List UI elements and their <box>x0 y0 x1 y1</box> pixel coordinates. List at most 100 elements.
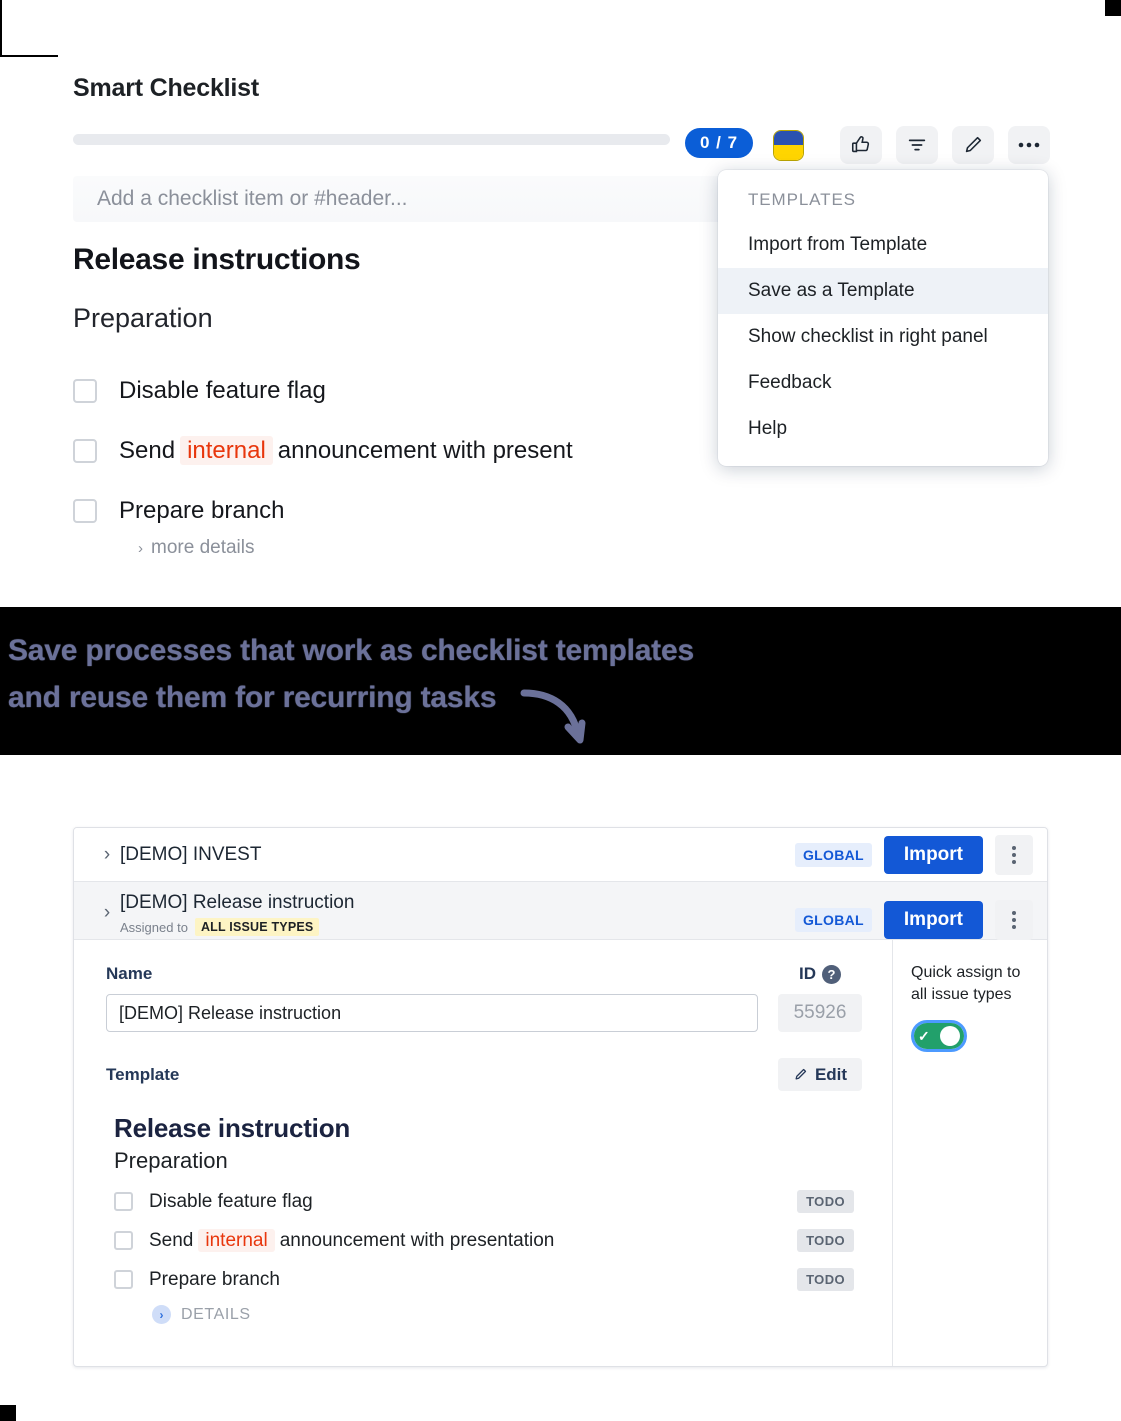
menu-section-header: TEMPLATES <box>748 190 856 209</box>
quick-assign-sidebar: Quick assign to all issue types ✓ <box>892 940 1047 1366</box>
assigned-prefix: Assigned to <box>120 919 188 935</box>
corner-line-bottom-left <box>0 55 58 57</box>
internal-tag: internal <box>198 1228 275 1252</box>
chevron-right-icon[interactable]: › <box>94 844 120 866</box>
toggle-knob <box>940 1026 960 1046</box>
corner-line-top-right <box>0 0 2 55</box>
banner-line-2: and reuse them for recurring tasks <box>8 681 497 714</box>
template-row-invest[interactable]: › [DEMO] INVEST GLOBAL Import <box>74 828 1047 882</box>
banner-line-1: Save processes that work as checklist te… <box>8 634 694 667</box>
template-name: [DEMO] Release instruction <box>120 892 355 913</box>
import-button[interactable]: Import <box>883 901 983 939</box>
preview-heading: Release instruction <box>114 1113 351 1143</box>
corner-marker-bottom-left <box>0 1405 16 1421</box>
preview-item-label: Disable feature flag <box>149 1190 313 1212</box>
template-label-row: Template Edit <box>106 1058 862 1091</box>
screenshot-root: Smart Checklist 0 / 7 Add a checklist it… <box>0 0 1121 1421</box>
scope-badge: GLOBAL <box>794 908 872 932</box>
checkbox[interactable] <box>114 1231 133 1250</box>
template-detail-body: Name ID ? [DEMO] Release instruction 559… <box>74 940 1047 1366</box>
chevron-right-icon: › <box>152 1305 171 1324</box>
template-detail-main: Name ID ? [DEMO] Release instruction 559… <box>74 940 892 1366</box>
row-actions: GLOBAL Import <box>794 834 1047 875</box>
annotation-banner: Save processes that work as checklist te… <box>0 607 1121 755</box>
name-label: Name <box>106 964 153 983</box>
templates-panel: › [DEMO] INVEST GLOBAL Import › [DEMO] R… <box>73 827 1048 1367</box>
menu-item-help[interactable]: Help <box>718 406 1048 452</box>
preview-subheading: Preparation <box>114 1148 228 1173</box>
assigned-badge: ALL ISSUE TYPES <box>194 918 320 936</box>
more-details-label: more details <box>151 537 255 558</box>
pencil-icon <box>795 1068 807 1080</box>
details-label: DETAILS <box>181 1305 251 1323</box>
checkbox[interactable] <box>73 439 97 463</box>
row-more-button[interactable] <box>995 834 1033 875</box>
menu-item-import-from-template[interactable]: Import from Template <box>718 222 1048 268</box>
kebab-dot <box>1012 925 1016 929</box>
menu-item-save-as-a-template[interactable]: Save as a Template <box>718 268 1048 314</box>
form-labels-row: Name ID ? <box>106 964 862 984</box>
label-text-after: announcement with presentation <box>279 1229 555 1251</box>
checkbox[interactable] <box>73 379 97 403</box>
import-button[interactable]: Import <box>883 835 983 874</box>
quick-assign-toggle[interactable]: ✓ <box>914 1023 964 1049</box>
thumbs-up-icon <box>851 136 870 153</box>
progress-bar <box>73 134 670 145</box>
label-text-after: announcement with present <box>277 437 573 464</box>
checklist-items: Disable feature flag Send internal announc… <box>73 370 733 550</box>
checklist-item-label: Disable feature flag <box>119 377 326 404</box>
chevron-right-icon[interactable]: › <box>94 902 120 924</box>
templates-dropdown-menu: TEMPLATES Import from Template Save as a… <box>718 170 1048 466</box>
id-label-group: ID ? <box>778 964 862 984</box>
edit-template-button[interactable]: Edit <box>778 1058 862 1091</box>
edit-button[interactable] <box>952 126 994 164</box>
ukraine-flag-glyph <box>772 129 804 161</box>
more-details-toggle[interactable]: › more details <box>138 537 255 559</box>
checklist-toolbar: 0 / 7 <box>73 126 1050 164</box>
name-input[interactable]: [DEMO] Release instruction <box>106 994 758 1032</box>
kebab-dot <box>1012 911 1016 915</box>
checkbox[interactable] <box>114 1192 133 1211</box>
ukraine-flag-icon[interactable] <box>767 126 809 164</box>
kebab-dot <box>1012 918 1016 922</box>
checklist-item[interactable]: Send internal announcement with present <box>73 430 733 472</box>
row-more-button[interactable] <box>995 900 1033 940</box>
name-id-row: [DEMO] Release instruction 55926 <box>106 994 862 1032</box>
checklist-item-label: Send internal announcement with present <box>119 436 573 465</box>
checkbox[interactable] <box>114 1270 133 1289</box>
status-badge: TODO <box>797 1190 854 1213</box>
curved-arrow-icon <box>520 689 586 744</box>
kebab-dot <box>1012 852 1016 857</box>
template-row-release-instruction[interactable]: › [DEMO] Release instruction Assigned to… <box>74 882 1047 940</box>
quick-assign-toggle-wrapper: ✓ <box>911 1020 967 1052</box>
pencil-icon <box>965 136 982 153</box>
id-column: ID ? <box>778 964 862 984</box>
page-title: Smart Checklist <box>73 74 259 102</box>
preview-item[interactable]: Send internal announcement with presentati… <box>114 1228 862 1252</box>
menu-item-feedback[interactable]: Feedback <box>718 360 1048 406</box>
corner-marker-top-right <box>1105 0 1121 16</box>
menu-item-show-checklist-in-right-panel[interactable]: Show checklist in right panel <box>718 314 1048 360</box>
progress-count-badge: 0 / 7 <box>685 128 753 158</box>
checklist-heading: Release instructions <box>73 243 361 276</box>
checklist-item[interactable]: Prepare branch <box>73 490 733 532</box>
thumbs-up-button[interactable] <box>840 126 882 164</box>
template-preview: Release instruction Preparation Disable … <box>106 1113 862 1324</box>
checkbox[interactable] <box>73 499 97 523</box>
id-label: ID <box>799 964 816 983</box>
label-text-before: Send <box>119 437 176 464</box>
more-options-button[interactable] <box>1008 126 1050 164</box>
kebab-dot <box>1012 845 1016 850</box>
filter-button[interactable] <box>896 126 938 164</box>
help-icon[interactable]: ? <box>822 964 841 984</box>
label-text-before: Send <box>149 1229 194 1251</box>
template-row-text: [DEMO] Release instruction Assigned to A… <box>120 892 354 936</box>
preview-details-toggle[interactable]: › DETAILS <box>114 1305 862 1324</box>
id-value: 55926 <box>778 994 862 1032</box>
edit-label: Edit <box>814 1064 848 1084</box>
checklist-item[interactable]: Disable feature flag <box>73 370 733 412</box>
preview-item[interactable]: Disable feature flag TODO <box>114 1190 862 1213</box>
checklist-item-label: Prepare branch <box>119 497 285 524</box>
preview-item[interactable]: Prepare branch TODO <box>114 1268 862 1291</box>
filter-icon <box>908 139 926 151</box>
